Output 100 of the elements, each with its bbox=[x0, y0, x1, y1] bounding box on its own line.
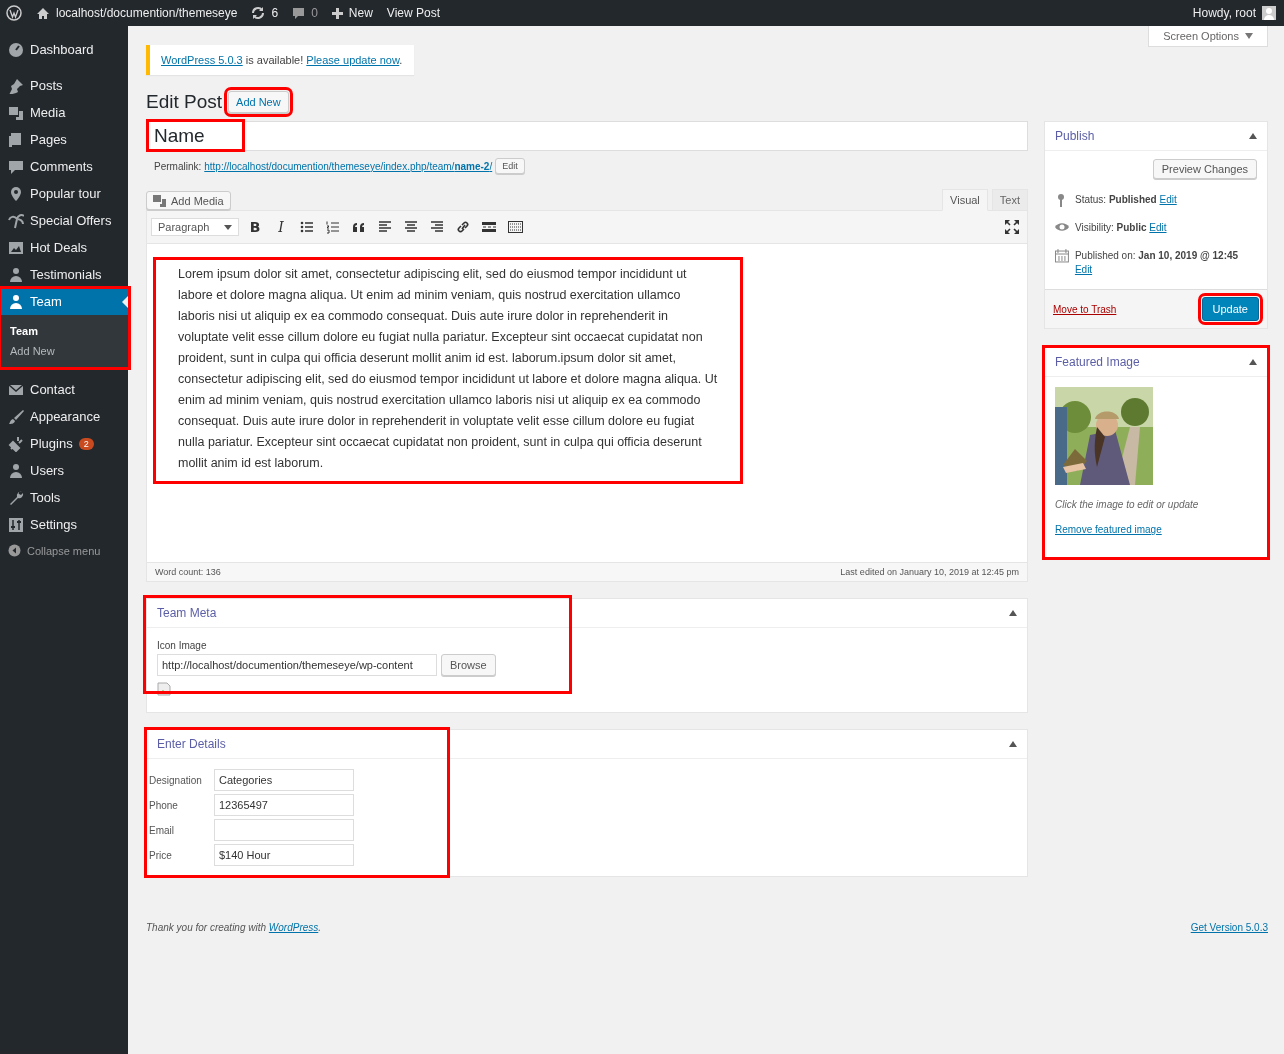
edit-link[interactable]: Edit bbox=[1159, 194, 1177, 205]
last-edited: Last edited on January 10, 2019 at 12:45 pm bbox=[840, 567, 1019, 577]
post-content[interactable]: Lorem ipsum dolor sit amet, consectetur adipiscing elit, sed do eiusmod tempor incididunt ut labore et dolore magna aliqua. Ut enim ad minim veniam, quis nostrud exercitation ullamco laboris nisi ut aliquip ex ea commodo consequat. Duis aute irure dolor in reprehenderit in voluptate velit esse cillum dolore eu fugiat nulla pariatur. Excepteur sint occaecat cupidatat non proident, sunt in culpa qui officia deserunt mollit anim id est. laborum.ipsum dolor sit amet, consectetur adipiscing elit, sed do eiusmod tempor incididunt ut labore et dolore magna aliqua. Ut enim ad minim veniam, quis nostrud exercitation ullamco laboris nisi ut aliquip ex ea commodo consequat. Duis aute irure dolor in reprehenderit in voluptate velit esse cillum dolore eu fugiat nulla pariatur. Excepteur sint occaecat cupidatat non proident, sunt in culpa qui officia deserunt mollit anim id est laborum. bbox=[153, 257, 743, 484]
person-icon bbox=[8, 293, 24, 310]
sliders-icon bbox=[8, 516, 24, 533]
page-title: Edit Post bbox=[146, 91, 223, 113]
link-icon[interactable] bbox=[455, 220, 471, 234]
menu-item[interactable]: Popular tour bbox=[0, 180, 128, 207]
screen-options-button[interactable]: Screen Options bbox=[1148, 26, 1268, 47]
box-title: Team Meta bbox=[157, 606, 217, 620]
menu-item[interactable]: Appearance bbox=[0, 403, 128, 430]
move-to-trash-link[interactable]: Move to Trash bbox=[1053, 303, 1117, 315]
edit-link[interactable]: Edit bbox=[1074, 264, 1093, 275]
menu-item[interactable]: Testimonials bbox=[0, 261, 128, 288]
bulleted-list-icon[interactable] bbox=[299, 220, 315, 234]
fullscreen-icon[interactable] bbox=[1005, 220, 1019, 234]
view-post-link[interactable]: View Post bbox=[386, 6, 440, 20]
submenu-item[interactable]: Add New bbox=[0, 341, 128, 361]
text-field[interactable]: 12365497 bbox=[214, 794, 354, 816]
version-link[interactable]: Get Version 5.0.3 bbox=[1190, 922, 1268, 933]
keyboard-icon[interactable] bbox=[507, 220, 523, 234]
pointer-icon bbox=[122, 296, 128, 308]
permalink-label: Permalink: bbox=[154, 160, 202, 172]
permalink-link[interactable]: http://localhost/documention/themeseye/index.php/team/name-2/ bbox=[204, 160, 493, 172]
align-center-icon[interactable] bbox=[403, 220, 419, 234]
menu-item[interactable]: Special Offers bbox=[0, 207, 128, 234]
menu-item[interactable]: Tools bbox=[0, 484, 128, 511]
menu-item[interactable]: Settings bbox=[0, 511, 128, 538]
editor-tab[interactable]: Visual bbox=[942, 189, 988, 211]
field-label: Price bbox=[149, 849, 173, 861]
refresh-icon bbox=[251, 6, 266, 20]
menu-item[interactable]: Comments bbox=[0, 153, 128, 180]
menu-item[interactable]: Contact bbox=[0, 376, 128, 403]
updates-link[interactable]: 6 bbox=[251, 6, 279, 20]
pin-icon bbox=[8, 77, 24, 94]
menu-item[interactable]: Team bbox=[0, 288, 128, 315]
avatar-icon bbox=[1262, 6, 1276, 20]
numbered-list-icon[interactable] bbox=[325, 220, 341, 234]
box-title: Enter Details bbox=[157, 737, 226, 751]
hint-text: Click the image to edit or update bbox=[1055, 499, 1200, 510]
editor-tab[interactable]: Text bbox=[991, 189, 1028, 211]
text-field[interactable]: Categories bbox=[214, 769, 354, 791]
edit-slug-button[interactable]: Edit bbox=[495, 158, 525, 174]
menu-item[interactable]: Media bbox=[0, 99, 128, 126]
field-label: Icon Image bbox=[157, 640, 208, 651]
menu-item[interactable]: Posts bbox=[0, 72, 128, 99]
caret-icon bbox=[1245, 33, 1253, 39]
update-version-link[interactable]: WordPress 5.0.3 bbox=[161, 54, 243, 66]
calendar-icon bbox=[1055, 249, 1069, 263]
title-field[interactable]: Name bbox=[146, 121, 1028, 151]
person-icon bbox=[8, 462, 24, 479]
publish-info: Published on: Jan 10, 2019 @ 12:45 Edit bbox=[1074, 249, 1240, 277]
browse-button[interactable]: Browse bbox=[441, 654, 496, 676]
menu-item[interactable]: Dashboard bbox=[0, 36, 128, 63]
speech-bubble-icon bbox=[292, 6, 306, 20]
icon-image-field[interactable]: http://localhost/documention/themeseye/wp-content bbox=[157, 654, 437, 676]
edit-link[interactable]: Edit bbox=[1149, 222, 1167, 233]
format-dropdown[interactable]: Paragraph bbox=[151, 218, 239, 236]
word-count: Word count: 136 bbox=[155, 567, 221, 577]
gauge-icon bbox=[8, 41, 24, 58]
add-media-button[interactable]: Add Media bbox=[146, 191, 231, 210]
media-icon bbox=[8, 104, 24, 121]
comments-link[interactable]: 0 bbox=[292, 6, 318, 20]
menu-item[interactable]: Hot Deals bbox=[0, 234, 128, 261]
menu-item[interactable]: Users bbox=[0, 457, 128, 484]
footer-credit: Thank you for creating with WordPress. bbox=[146, 922, 322, 933]
collapse-arrow-icon[interactable] bbox=[1249, 133, 1257, 139]
read-more-icon[interactable] bbox=[481, 220, 497, 234]
picture-icon bbox=[8, 239, 24, 256]
text-field[interactable] bbox=[214, 819, 354, 841]
menu-item[interactable]: Pages bbox=[0, 126, 128, 153]
preview-changes-button[interactable]: Preview Changes bbox=[1152, 159, 1257, 179]
collapse-arrow-icon[interactable] bbox=[1009, 741, 1017, 747]
site-link[interactable]: localhost/documention/themeseye bbox=[36, 6, 238, 20]
publish-info: Visibility: Public Edit bbox=[1075, 221, 1167, 235]
box-title: Featured Image bbox=[1055, 355, 1140, 369]
submenu-item[interactable]: Team bbox=[0, 321, 128, 341]
wordpress-logo-icon[interactable] bbox=[6, 5, 22, 21]
caret-icon bbox=[224, 224, 232, 230]
publish-info: Status: Published Edit bbox=[1075, 193, 1177, 207]
menu-item[interactable]: Plugins 2 bbox=[0, 430, 128, 457]
remove-featured-image-link[interactable]: Remove featured image bbox=[1055, 524, 1257, 535]
bold-button[interactable]: B bbox=[245, 217, 265, 237]
new-link[interactable]: New bbox=[331, 6, 373, 20]
speech-bubble-icon bbox=[8, 158, 24, 175]
field-label: Designation bbox=[149, 774, 203, 786]
collapse-menu-button[interactable]: Collapse menu bbox=[0, 538, 128, 563]
text-field[interactable]: $140 Hour bbox=[214, 844, 354, 866]
plug-icon bbox=[8, 435, 24, 452]
collapse-arrow-icon[interactable] bbox=[1009, 610, 1017, 616]
align-right-icon[interactable] bbox=[429, 220, 445, 234]
account-link[interactable]: Howdy, root bbox=[1192, 6, 1276, 20]
home-icon bbox=[36, 6, 50, 20]
quote-icon[interactable] bbox=[351, 220, 367, 234]
media-icon bbox=[153, 194, 167, 207]
italic-button[interactable]: I bbox=[271, 217, 291, 237]
align-left-icon[interactable] bbox=[377, 220, 393, 234]
box-title: Publish bbox=[1055, 129, 1095, 143]
collapse-arrow-icon[interactable] bbox=[1249, 359, 1257, 365]
count-badge: 2 bbox=[78, 437, 94, 450]
